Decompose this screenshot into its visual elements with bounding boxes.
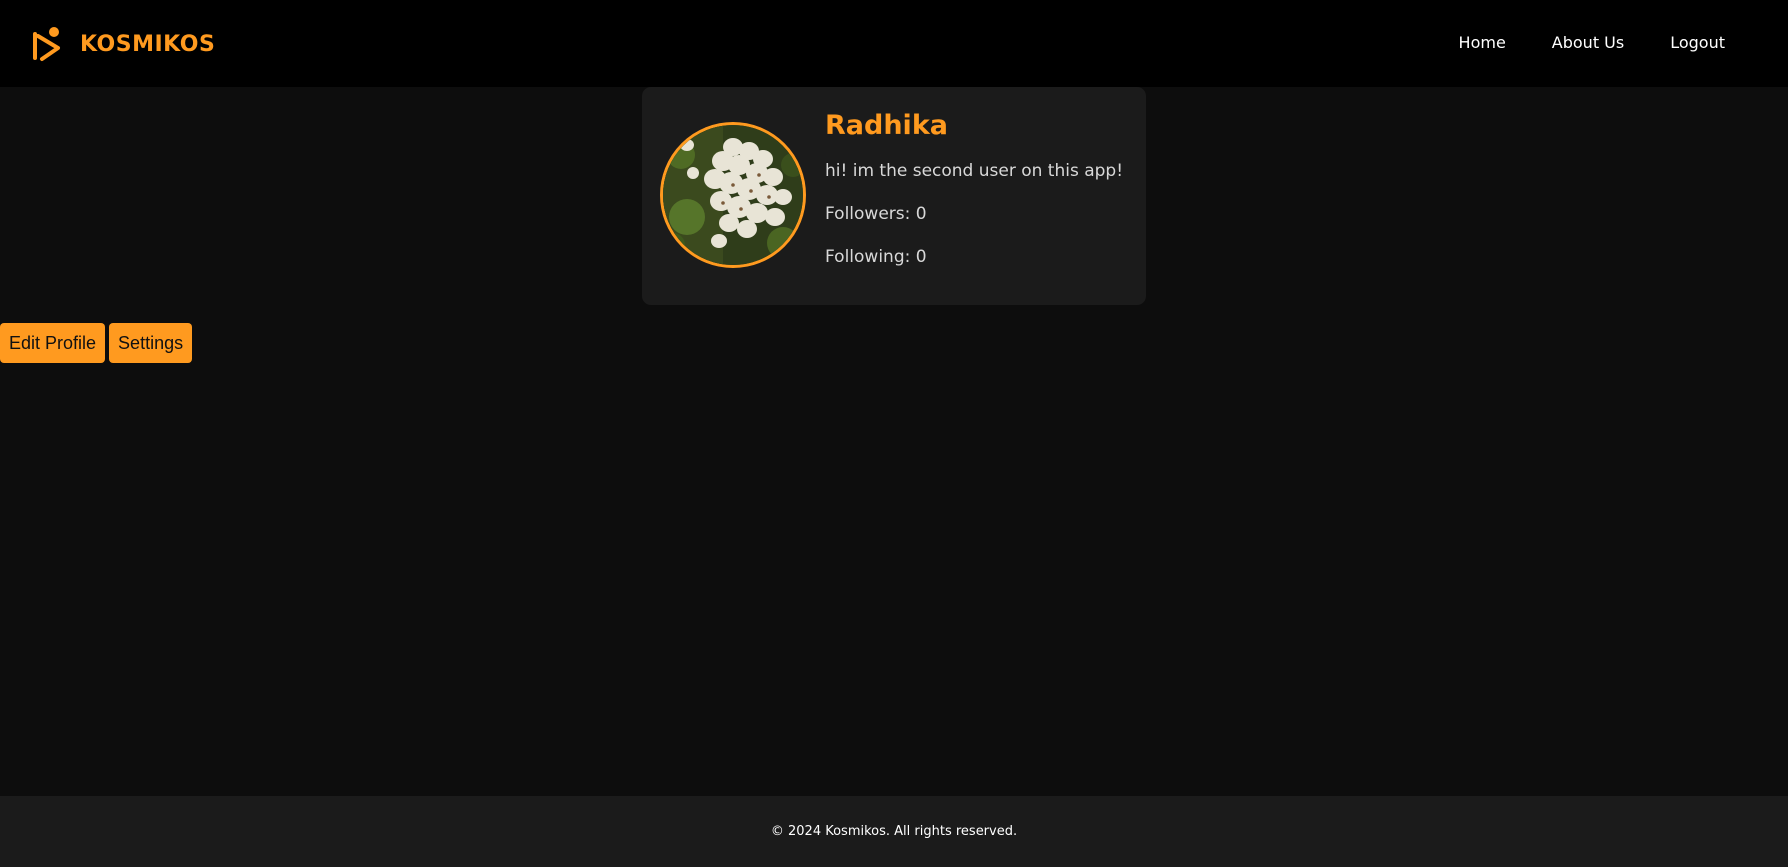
following-count: Following: 0 [825,247,927,267]
copyright-text: © 2024 Kosmikos. All rights reserved. [770,824,1018,839]
runner-logo-icon [33,27,60,61]
profile-page: KOSMIKOS Home About Us Logout Radhika hi… [0,0,1788,867]
edit-profile-button[interactable]: Edit Profile [0,323,106,363]
profile-name: Radhika [825,110,948,141]
profile-info: Radhika hi! im the second user on this a… [825,109,1125,267]
followers-count: Followers: 0 [825,204,927,224]
profile-bio: hi! im the second user on this app! [825,161,1124,181]
top-header: KOSMIKOS Home About Us Logout [0,0,1788,87]
brand[interactable]: KOSMIKOS [32,26,215,62]
profile-avatar-image [663,125,803,265]
settings-button[interactable]: Settings [109,323,193,363]
page-footer: © 2024 Kosmikos. All rights reserved. [0,796,1788,867]
brand-name: KOSMIKOS [80,31,216,57]
nav-home-link[interactable]: Home [1459,33,1506,52]
main-nav: Home About Us Logout [1459,33,1725,52]
nav-about-link[interactable]: About Us [1552,33,1624,52]
profile-card: Radhika hi! im the second user on this a… [642,87,1146,305]
profile-actions: Edit Profile Settings [0,323,193,363]
profile-avatar [660,122,806,268]
nav-logout-link[interactable]: Logout [1670,33,1725,52]
